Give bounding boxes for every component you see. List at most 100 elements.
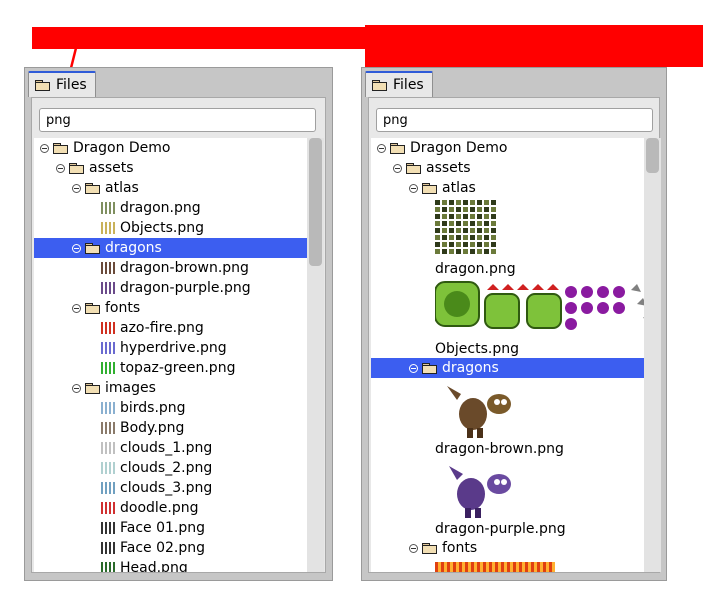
image-thumb-icon	[101, 482, 115, 494]
tree-image-row[interactable]: dragon-brown.png	[371, 378, 644, 458]
tree-file-row[interactable]: dragon.png	[34, 198, 307, 218]
folder-icon	[85, 242, 100, 254]
tree-file-row[interactable]: clouds_1.png	[34, 438, 307, 458]
collapse-toggle-icon[interactable]	[409, 183, 418, 193]
tree-item-label: clouds_3.png	[120, 480, 213, 496]
tree-folder-row[interactable]: atlas	[371, 178, 644, 198]
left-files-tab[interactable]: Files	[28, 71, 96, 97]
tree-item-label: dragons	[105, 240, 162, 256]
tree-item-label: Dragon Demo	[73, 140, 171, 156]
tree-item-label: atlas	[442, 180, 476, 196]
search-input[interactable]	[376, 108, 653, 132]
folder-icon	[85, 302, 100, 314]
tree-file-row[interactable]: birds.png	[34, 398, 307, 418]
tree-item-label: clouds_2.png	[120, 460, 213, 476]
image-thumb-icon	[101, 522, 115, 534]
tree-folder-row[interactable]: atlas	[34, 178, 307, 198]
tree-item-label: doodle.png	[120, 500, 199, 516]
collapse-toggle-icon[interactable]	[72, 183, 81, 193]
collapse-toggle-icon[interactable]	[40, 143, 49, 153]
tree-file-row[interactable]: doodle.png	[34, 498, 307, 518]
collapse-toggle-icon[interactable]	[56, 163, 65, 173]
folder-icon	[406, 162, 421, 174]
image-thumb-icon	[101, 562, 115, 572]
tree-item-label: assets	[89, 160, 134, 176]
collapse-toggle-icon[interactable]	[409, 543, 418, 553]
folder-icon	[85, 182, 100, 194]
tree-folder-row[interactable]: dragons	[371, 358, 644, 378]
left-scrollbar-thumb[interactable]	[309, 138, 322, 266]
collapse-toggle-icon[interactable]	[393, 163, 402, 173]
left-panel-body: Dragon Demo assets atlas dragon.png Objects.…	[31, 97, 326, 573]
tree-file-row[interactable]: clouds_2.png	[34, 458, 307, 478]
folder-icon	[372, 79, 387, 91]
folder-icon	[390, 142, 405, 154]
tree-item-label: assets	[426, 160, 471, 176]
dragon-atlas-preview	[435, 200, 496, 254]
tree-file-row[interactable]: Face 01.png	[34, 518, 307, 538]
search-input[interactable]	[39, 108, 316, 132]
tree-file-row[interactable]: clouds_3.png	[34, 478, 307, 498]
tree-item-label: images	[105, 380, 156, 396]
tree-folder-row[interactable]: dragons	[34, 238, 307, 258]
objects-preview	[435, 281, 644, 330]
tree-folder-row[interactable]: Dragon Demo	[34, 138, 307, 158]
collapse-toggle-icon[interactable]	[72, 303, 81, 313]
tree-file-row[interactable]: Objects.png	[34, 218, 307, 238]
tree-folder-row[interactable]: assets	[371, 158, 644, 178]
tree-file-row[interactable]: topaz-green.png	[34, 358, 307, 378]
tree-file-row[interactable]: dragon-brown.png	[34, 258, 307, 278]
image-thumb-icon	[101, 282, 115, 294]
tree-item-label: birds.png	[120, 400, 186, 416]
tree-item-label: atlas	[105, 180, 139, 196]
tree-item-label: dragon-brown.png	[435, 441, 564, 457]
collapse-toggle-icon[interactable]	[72, 243, 81, 253]
tree-file-row[interactable]: Body.png	[34, 418, 307, 438]
folder-icon	[422, 542, 437, 554]
right-scrollbar-thumb[interactable]	[646, 138, 659, 173]
collapse-toggle-icon[interactable]	[377, 143, 386, 153]
tree-item-label: fonts	[442, 540, 478, 556]
tree-item-label: Objects.png	[435, 341, 519, 357]
folder-icon	[422, 362, 437, 374]
collapse-toggle-icon[interactable]	[409, 363, 418, 373]
right-files-tab[interactable]: Files	[365, 71, 433, 97]
folder-icon	[85, 382, 100, 394]
left-scrollbar[interactable]	[307, 138, 324, 572]
tree-item-label: dragon-purple.png	[435, 521, 566, 537]
file-tree-preview[interactable]: Dragon Demo assets atlas dragon.png Objects.…	[371, 138, 644, 572]
file-tree[interactable]: Dragon Demo assets atlas dragon.png Objects.…	[34, 138, 307, 572]
tree-item-label: Face 01.png	[120, 520, 206, 536]
tree-item-label: Body.png	[120, 420, 185, 436]
tree-folder-row[interactable]: fonts	[371, 538, 644, 558]
tree-file-row[interactable]: azo-fire.png	[34, 318, 307, 338]
tree-folder-row[interactable]: fonts	[34, 298, 307, 318]
image-thumb-icon	[101, 402, 115, 414]
folder-icon	[69, 162, 84, 174]
tree-file-row[interactable]: Face 02.png	[34, 538, 307, 558]
folder-icon	[35, 79, 50, 91]
collapse-toggle-icon[interactable]	[72, 383, 81, 393]
tree-item-label: Dragon Demo	[410, 140, 508, 156]
tree-folder-row[interactable]: Dragon Demo	[371, 138, 644, 158]
folder-icon	[422, 182, 437, 194]
image-thumb-icon	[101, 462, 115, 474]
tab-label: Files	[56, 77, 87, 93]
tree-folder-row[interactable]: images	[34, 378, 307, 398]
image-thumb-icon	[101, 502, 115, 514]
tree-file-row[interactable]: dragon-purple.png	[34, 278, 307, 298]
tree-image-row[interactable]: dragon.png	[371, 198, 644, 278]
tree-image-row[interactable]: Objects.png	[371, 278, 644, 358]
image-thumb-icon	[101, 202, 115, 214]
tree-file-row[interactable]: Head.png	[34, 558, 307, 572]
tree-item-label: fonts	[105, 300, 141, 316]
right-files-panel: Files Dragon Demo assets atlas dragon.png Ob…	[361, 67, 667, 581]
tree-image-row[interactable]: dragon-purple.png	[371, 458, 644, 538]
right-scrollbar[interactable]	[644, 138, 661, 572]
tree-file-row[interactable]: hyperdrive.png	[34, 338, 307, 358]
tree-folder-row[interactable]: assets	[34, 158, 307, 178]
image-thumb-icon	[101, 442, 115, 454]
image-thumb-icon	[101, 262, 115, 274]
image-thumb-icon	[101, 362, 115, 374]
tree-item-label: Objects.png	[120, 220, 204, 236]
